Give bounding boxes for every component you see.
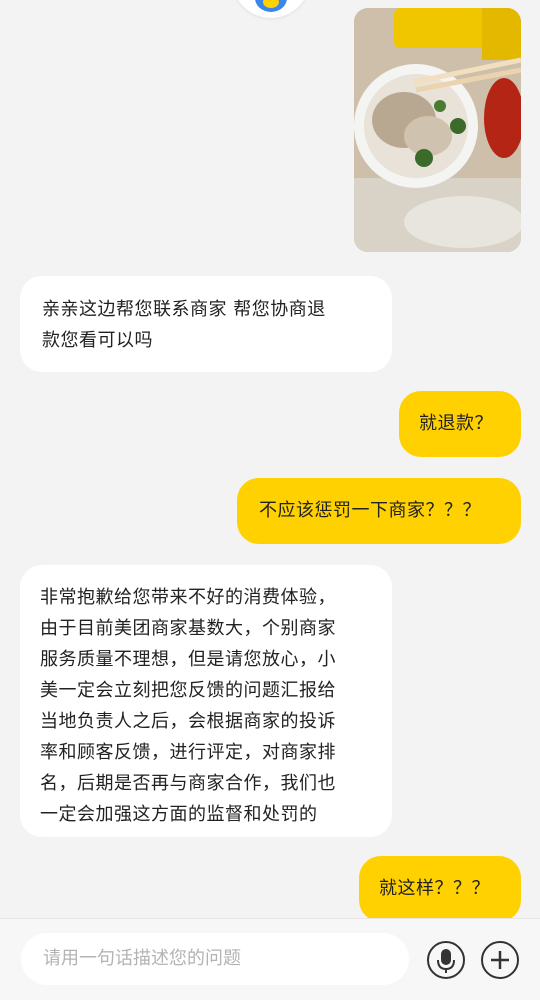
message-text: 就退款？ [419, 413, 493, 434]
voice-button[interactable] [427, 941, 465, 979]
message-text: 非常抱歉给您带来不好的消费体验， [40, 587, 336, 608]
food-photo-message[interactable] [354, 8, 521, 252]
avatar-icon [255, 0, 287, 12]
food-photo-icon [354, 8, 521, 252]
user-message: 不应该惩罚一下商家？？？ [237, 478, 521, 544]
message-text: 就这样？？？ [379, 878, 490, 899]
message-text: 款您看可以吗 [42, 330, 153, 351]
message-text: 当地负责人之后，会根据商家的投诉 [40, 711, 336, 732]
message-text: 不应该惩罚一下商家？？？ [259, 500, 481, 521]
input-placeholder: 请用一句话描述您的问题 [43, 948, 241, 969]
more-button[interactable] [481, 941, 519, 979]
message-input[interactable]: 请用一句话描述您的问题 [21, 933, 409, 985]
plus-icon [491, 951, 509, 969]
user-message: 就退款？ [399, 391, 521, 457]
agent-message: 非常抱歉给您带来不好的消费体验， 由于目前美团商家基数大，个别商家 服务质量不理… [20, 565, 392, 837]
chat-screen: 亲亲这边帮您联系商家 帮您协商退 款您看可以吗 就退款？ 不应该惩罚一下商家？？… [0, 0, 540, 1000]
agent-message: 亲亲这边帮您联系商家 帮您协商退 款您看可以吗 [20, 276, 392, 372]
user-message: 就这样？？？ [359, 856, 521, 922]
message-text: 率和顾客反馈，进行评定，对商家排 [40, 742, 336, 763]
message-text: 服务质量不理想，但是请您放心，小 [40, 649, 336, 670]
input-bar: 请用一句话描述您的问题 [0, 918, 540, 1000]
agent-avatar [232, 0, 310, 18]
message-text: 美一定会立刻把您反馈的问题汇报给 [40, 680, 336, 701]
message-text: 亲亲这边帮您联系商家 帮您协商退 [42, 299, 326, 320]
message-text: 一定会加强这方面的监督和处罚的 [40, 804, 318, 825]
message-text: 由于目前美团商家基数大，个别商家 [40, 618, 336, 639]
message-text: 名，后期是否再与商家合作，我们也 [40, 773, 336, 794]
microphone-icon [437, 949, 455, 973]
